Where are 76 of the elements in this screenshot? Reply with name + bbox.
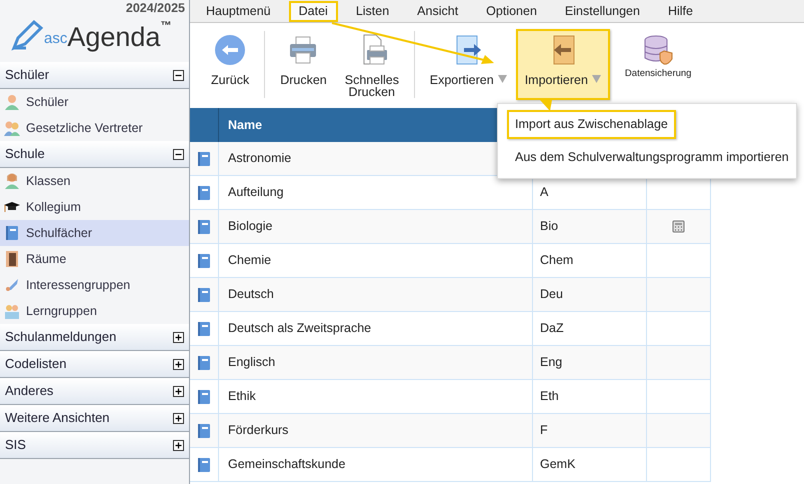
- menu-item[interactable]: Hauptmenü: [196, 0, 281, 22]
- table-cell: Bio: [533, 210, 647, 243]
- person-icon: [4, 173, 20, 189]
- table-cell: Deutsch: [219, 278, 533, 311]
- school-year: 2024/2025: [126, 1, 185, 16]
- table-cell: DaZ: [533, 312, 647, 345]
- menu-item[interactable]: Hilfe: [658, 0, 703, 22]
- table-cell: Gemeinschaftskunde: [219, 448, 533, 481]
- toolbar-button[interactable]: Drucken: [271, 29, 336, 100]
- menu-item[interactable]: Listen: [346, 0, 400, 22]
- table-cell: Eth: [533, 380, 647, 413]
- group-icon: [4, 303, 20, 319]
- table-cell: Chemie: [219, 244, 533, 277]
- table-cell: Deutsch als Zweitsprache: [219, 312, 533, 345]
- section-header[interactable]: Codelisten: [0, 351, 189, 378]
- person-icon: [4, 94, 20, 110]
- table-cell: Ethik: [219, 380, 533, 413]
- people-icon: [4, 120, 20, 136]
- section-title: Codelisten: [5, 355, 66, 374]
- table-cell: GemK: [533, 448, 647, 481]
- logo-prefix: asc: [44, 28, 68, 48]
- section-title: Schule: [5, 145, 45, 164]
- menu-item[interactable]: Datei: [288, 0, 338, 22]
- table-cell: Eng: [533, 346, 647, 379]
- section-header[interactable]: Schule: [0, 141, 189, 168]
- book-icon: [4, 225, 20, 241]
- toolbar-button[interactable]: Importieren: [516, 29, 610, 100]
- book-icon: [197, 354, 211, 370]
- section-header[interactable]: Schüler: [0, 62, 189, 89]
- book-icon: [197, 252, 211, 268]
- pencil-logo-icon: [10, 18, 44, 52]
- section-title: Weitere Ansichten: [5, 409, 110, 428]
- expand-icon[interactable]: [173, 412, 184, 424]
- graduation-cap-icon: [4, 199, 20, 215]
- logo-name: Agenda: [67, 22, 160, 52]
- collapse-icon[interactable]: [173, 148, 184, 160]
- section-header[interactable]: Weitere Ansichten: [0, 405, 189, 432]
- section-header[interactable]: Schulanmeldungen: [0, 324, 189, 351]
- table-cell: Deu: [533, 278, 647, 311]
- table-cell: Förderkurs: [219, 414, 533, 447]
- menu-item[interactable]: Ansicht: [407, 0, 468, 22]
- sidebar-item[interactable]: Schulfächer: [0, 220, 189, 246]
- book-icon: [197, 422, 211, 438]
- section-title: Schüler: [5, 66, 50, 84]
- toolbar-button[interactable]: Schnelles Drucken: [336, 29, 408, 100]
- toolbar-button[interactable]: Exportieren: [420, 29, 516, 100]
- toolbar-button[interactable]: Datensicherung: [616, 29, 700, 100]
- expand-icon[interactable]: [173, 358, 184, 370]
- book-icon: [197, 388, 211, 404]
- book-icon: [197, 184, 211, 200]
- table-cell: F: [533, 414, 647, 447]
- table-cell: Englisch: [219, 346, 533, 379]
- callout-pointer: [540, 100, 552, 111]
- menu-item[interactable]: Einstellungen: [554, 0, 650, 22]
- toolbar-button[interactable]: Zurück: [202, 29, 258, 100]
- expand-icon[interactable]: [173, 386, 184, 396]
- section-header[interactable]: Anderes: [0, 378, 189, 405]
- section-title: SIS: [5, 436, 26, 454]
- book-icon: [197, 150, 211, 166]
- door-icon: [4, 251, 20, 267]
- collapse-icon[interactable]: [173, 70, 184, 80]
- book-icon: [197, 320, 211, 336]
- book-icon: [197, 286, 211, 302]
- table-cell: Biologie: [219, 210, 533, 243]
- menu-item[interactable]: Optionen: [476, 0, 547, 22]
- book-icon: [197, 456, 211, 472]
- expand-icon[interactable]: [173, 332, 184, 342]
- trademark-sign: ™: [160, 19, 172, 32]
- section-title: Anderes: [5, 382, 54, 400]
- section-header[interactable]: SIS: [0, 432, 189, 459]
- menu-item[interactable]: Import aus Zwischenablage: [507, 110, 676, 139]
- database-shield-icon: [642, 34, 674, 66]
- table-cell: Chem: [533, 244, 647, 277]
- expand-icon[interactable]: [173, 440, 184, 450]
- section-title: Schulanmeldungen: [5, 328, 116, 346]
- book-icon: [197, 218, 211, 234]
